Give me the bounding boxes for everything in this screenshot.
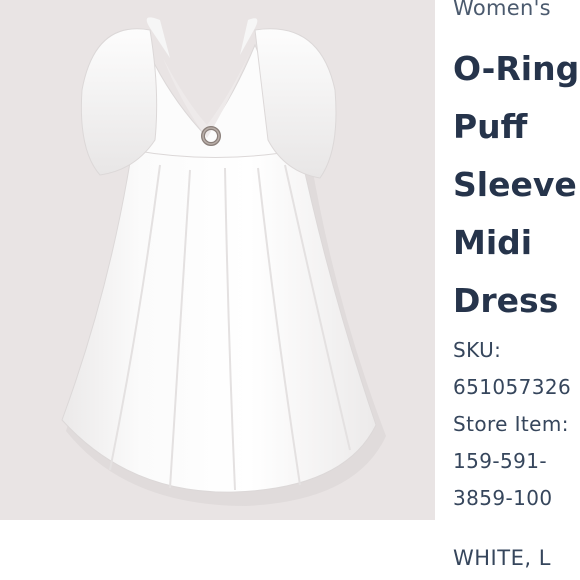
title-line: Dress [453,281,559,320]
store-item-value: 3859-100 [453,486,553,510]
title-line: Midi [453,223,533,262]
color-size-label: WHITE, L [453,546,551,570]
dress-illustration [61,17,386,506]
title-line: Sleeve [453,165,577,204]
category-label[interactable]: Women's [453,0,551,22]
sku-value: 651057326 [453,375,572,399]
title-line: O-Ring [453,49,580,88]
sku-label: SKU: [453,338,502,362]
store-item-label: Store Item: [453,412,569,436]
product-meta: SKU: 651057326 Store Item: 159-591- 3859… [453,332,571,517]
product-photo[interactable] [0,0,435,520]
listing-page: Women's O-Ring Puff Sleeve Midi Dress SK… [0,0,580,580]
product-title: O-Ring Puff Sleeve Midi Dress [453,40,579,330]
title-line: Puff [453,107,528,146]
store-item-value: 159-591- [453,449,547,473]
